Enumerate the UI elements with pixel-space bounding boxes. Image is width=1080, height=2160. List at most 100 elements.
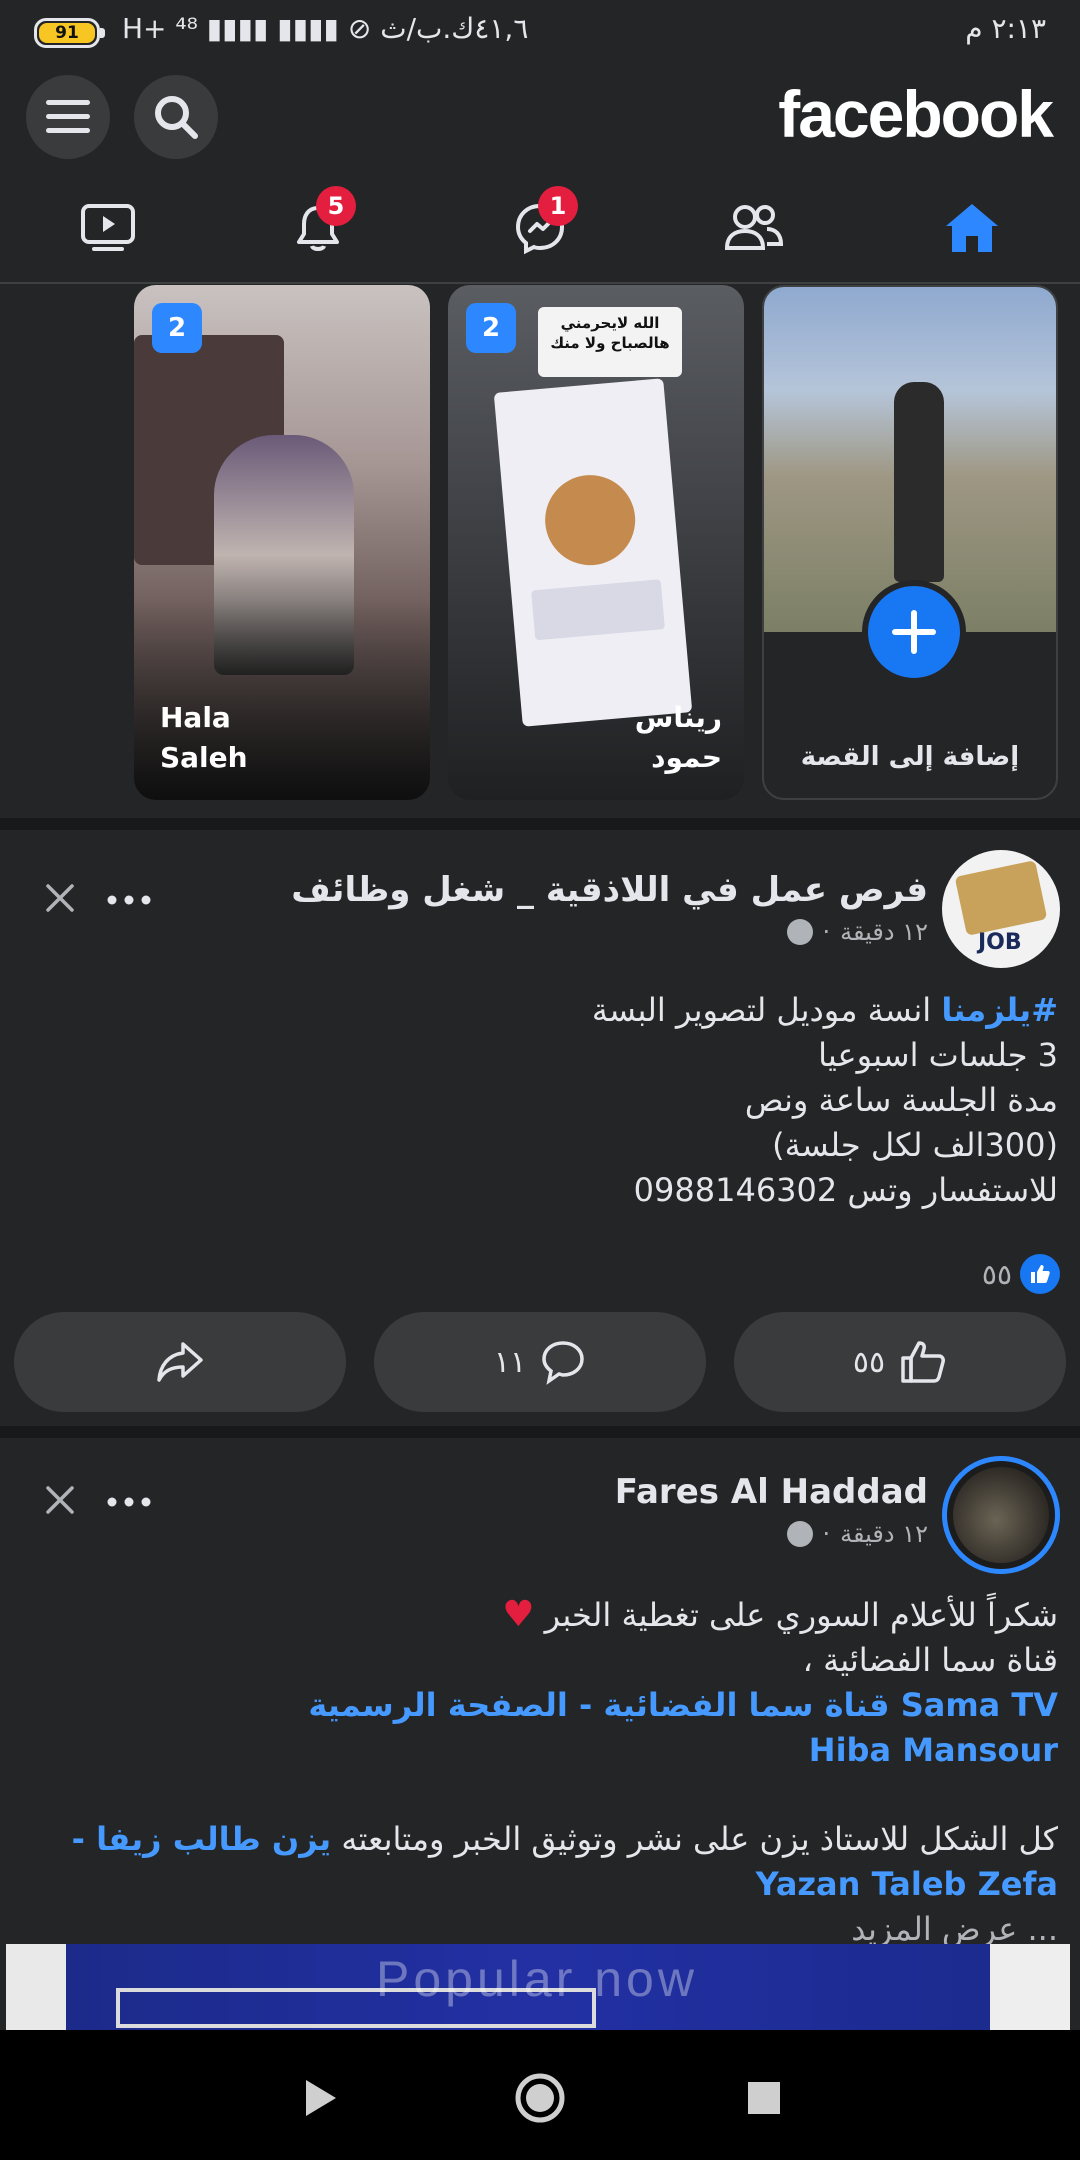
hide-post-button[interactable]: [40, 1480, 80, 1520]
avatar-photo: [953, 1467, 1049, 1563]
share-button[interactable]: [14, 1312, 346, 1412]
post-line-text: كل الشكل للاستاذ يزن على نشر وتوثيق الخب…: [331, 1820, 1058, 1858]
story-card[interactable]: 2 Hala Saleh: [134, 285, 430, 800]
add-story-card[interactable]: إضافة إلى القصة: [762, 285, 1058, 800]
share-icon: [157, 1342, 203, 1382]
add-story-button[interactable]: [862, 580, 966, 684]
tab-messenger[interactable]: 1: [500, 186, 580, 264]
hamburger-icon: [46, 100, 90, 133]
feed-post: Fares Al Haddad ١٢ دقيقة · شكراً للأعلام…: [0, 1438, 1080, 2038]
battery-icon: 91: [34, 18, 105, 48]
recents-button[interactable]: [736, 2070, 792, 2126]
triangle-back-icon: [306, 2080, 336, 2116]
status-bar: 91 H+ ⁴⁸ ▮▮▮▮ ▮▮▮▮ ⊘ ٤١,٦ك.ب/ث ٢:١٣ م: [0, 0, 1080, 62]
search-icon: [155, 96, 198, 139]
story-name-line2: Saleh: [160, 741, 248, 774]
avatar-logo-shape: [954, 860, 1048, 936]
tab-home[interactable]: [932, 192, 1012, 264]
person-mention-link[interactable]: Hiba Mansour: [22, 1728, 1058, 1773]
tab-watch[interactable]: [68, 192, 148, 264]
video-overlay-text: Popular now: [376, 1951, 698, 2007]
back-button[interactable]: [292, 2070, 348, 2126]
tab-friends[interactable]: [714, 192, 794, 264]
post-line: كل الشكل للاستاذ يزن على نشر وتوثيق الخب…: [22, 1817, 1058, 1907]
feed-divider: [0, 818, 1080, 830]
post-line: شكراً للأعلام السوري على تغطية الخبر ♥: [22, 1592, 1058, 1638]
story-text-overlay: الله لايحرمني هالصباح ولا منك: [538, 307, 682, 377]
reaction-summary[interactable]: ٥٥: [982, 1254, 1060, 1294]
like-reaction-icon: [1020, 1254, 1060, 1294]
like-button[interactable]: ٥٥: [734, 1312, 1066, 1412]
globe-icon: [786, 1521, 813, 1547]
comment-icon: [542, 1341, 584, 1385]
page-mention-link[interactable]: Sama TV قناة سما الفضائية - الصفحة الرسم…: [22, 1683, 1058, 1728]
ellipsis-icon: [107, 895, 151, 905]
home-button[interactable]: [512, 2070, 568, 2126]
post-line: #يلزمنا انسة موديل لتصوير البسة: [22, 988, 1058, 1033]
page-avatar[interactable]: JOB: [942, 850, 1060, 968]
menu-button[interactable]: [26, 75, 110, 159]
friends-icon: [724, 205, 784, 250]
post-meta: ١٢ دقيقة ·: [786, 1520, 928, 1548]
more-options-button[interactable]: [104, 1482, 154, 1522]
thumbs-up-icon: [901, 1341, 946, 1383]
feed-divider: [0, 1426, 1080, 1438]
main-tabs: 5 1: [0, 172, 1080, 284]
comment-button[interactable]: ١١: [374, 1312, 706, 1412]
tab-notifications[interactable]: 5: [278, 186, 358, 264]
profile-person: [894, 382, 944, 582]
hashtag-link[interactable]: #يلزمنا: [941, 991, 1058, 1029]
add-story-label: إضافة إلى القصة: [800, 742, 1020, 772]
story-name-line1: ريناس: [634, 701, 722, 734]
system-navigation-bar: [0, 2030, 1080, 2160]
post-line: 3 جلسات اسبوعيا: [818, 1036, 1058, 1074]
meta-dot: ·: [822, 918, 831, 946]
messenger-badge: 1: [538, 186, 578, 226]
stories-tray: 2 Hala Saleh الله لايحرمني هالصباح ولا م…: [0, 285, 1080, 825]
more-options-button[interactable]: [104, 880, 154, 920]
post-line-text: شكراً للأعلام السوري على تغطية الخبر: [544, 1596, 1058, 1634]
home-icon: [946, 204, 998, 252]
ellipsis-icon: [107, 1497, 151, 1507]
post-time[interactable]: ١٢ دقيقة: [840, 1520, 928, 1548]
post-time[interactable]: ١٢ دقيقة: [840, 918, 928, 946]
reaction-count: ٥٥: [981, 1257, 1012, 1291]
post-line: (300الف لكل جلسة): [772, 1126, 1058, 1164]
search-button[interactable]: [134, 75, 218, 159]
clock: ٢:١٣ م: [965, 12, 1046, 45]
plus-icon: [892, 610, 936, 654]
post-author-name[interactable]: Fares Al Haddad: [615, 1472, 928, 1512]
app-header: facebook: [0, 62, 1080, 172]
message-bubble: [531, 579, 665, 641]
post-line: مدة الجلسة ساعة ونص: [744, 1081, 1058, 1119]
comment-count: ١١: [493, 1344, 527, 1380]
feed-post: JOB فرص عمل في اللاذقية _ شغل وظائف ١٢ د…: [0, 830, 1080, 1430]
coffee-image: [541, 471, 639, 569]
video-frame-edge: [990, 1944, 1070, 2034]
post-page-name[interactable]: فرص عمل في اللاذقية _ شغل وظائف: [291, 870, 928, 910]
square-recents-icon: [748, 2082, 780, 2114]
post-actions: ١١ ٥٥: [14, 1312, 1066, 1412]
video-icon: [81, 204, 135, 251]
like-count: ٥٥: [852, 1344, 886, 1380]
heart-icon: ♥: [502, 1594, 535, 1635]
story-name-line1: Hala: [160, 701, 231, 734]
post-text: شكراً للأعلام السوري على تغطية الخبر ♥ ق…: [22, 1592, 1058, 1952]
post-meta: ١٢ دقيقة ·: [786, 918, 928, 946]
post-video-thumbnail[interactable]: Popular now: [6, 1944, 1070, 2034]
story-author-name: ريناس حمود: [468, 698, 722, 778]
post-line-text: انسة موديل لتصوير البسة: [591, 991, 942, 1029]
globe-icon: [786, 919, 813, 945]
story-card[interactable]: الله لايحرمني هالصباح ولا منك 2 ريناس حم…: [448, 285, 744, 800]
battery-level: 91: [39, 23, 95, 43]
hide-post-button[interactable]: [40, 878, 80, 918]
facebook-logo[interactable]: facebook: [778, 76, 1054, 152]
story-count-badge: 2: [152, 303, 202, 353]
close-icon: [46, 1486, 74, 1514]
notifications-badge: 5: [316, 186, 356, 226]
post-line: للاستفسار وتس 0988146302: [633, 1171, 1058, 1209]
video-frame-edge: [6, 1944, 66, 2034]
author-avatar[interactable]: [942, 1456, 1060, 1574]
story-screenshot: [493, 378, 693, 727]
